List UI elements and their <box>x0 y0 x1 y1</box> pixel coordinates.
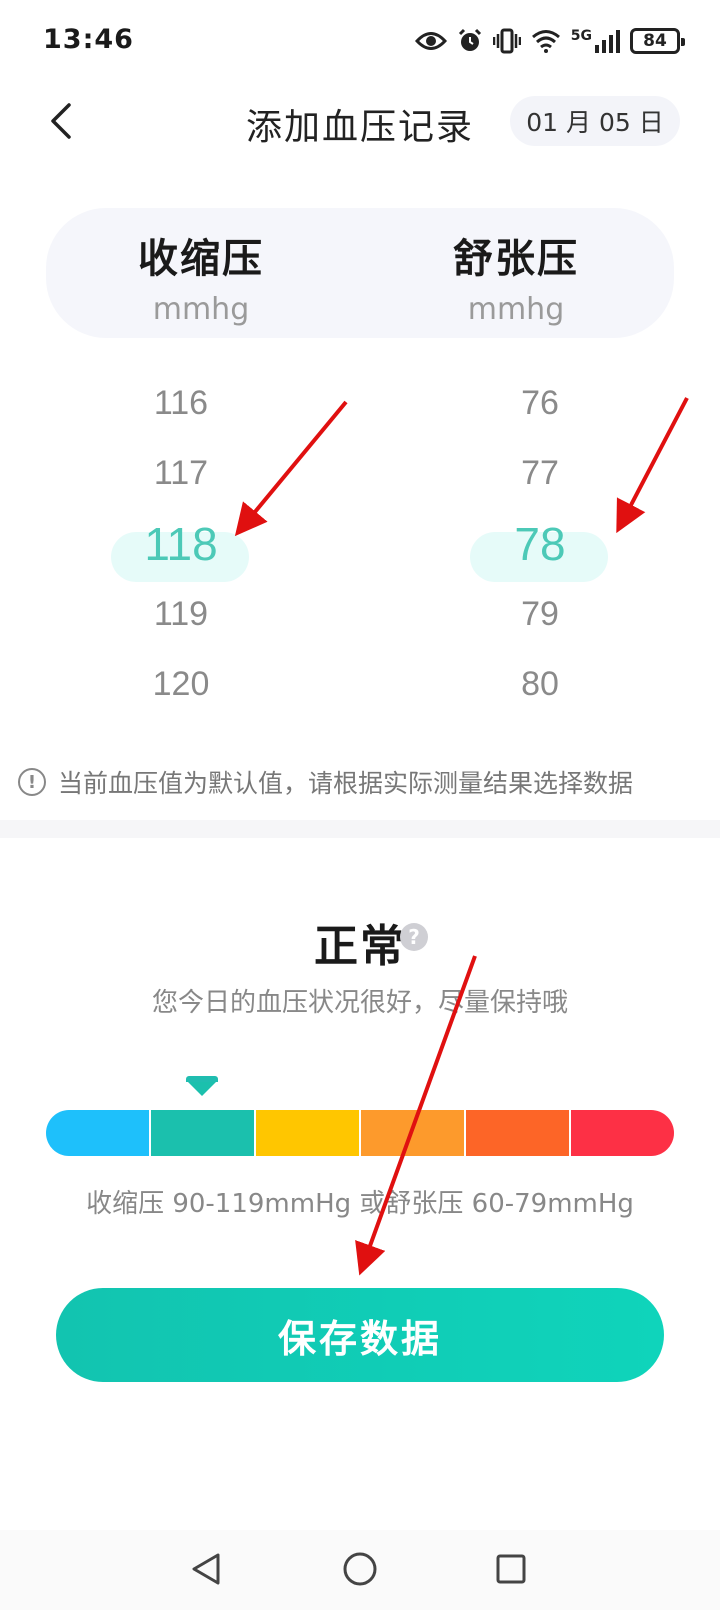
state-description: 您今日的血压状况很好，尽量保持哦 <box>151 988 568 1018</box>
picker-item[interactable]: 119 <box>101 578 261 650</box>
scale-pointer <box>186 1076 218 1096</box>
status-icons: 5G 84 <box>414 26 685 56</box>
pressure-labels-card: 收缩压 mmhg 舒张压 mmhg <box>46 208 674 338</box>
picker-item[interactable]: 79 <box>460 578 620 650</box>
back-triangle-icon <box>192 1553 220 1585</box>
nav-home-button[interactable] <box>330 1544 390 1594</box>
scale-segment <box>571 1110 674 1156</box>
date-selector[interactable]: 01 月 05 日 <box>510 96 680 146</box>
battery-level: 84 <box>643 31 667 51</box>
picker-item[interactable]: 77 <box>460 437 620 509</box>
pressure-scale-bar <box>46 1110 674 1156</box>
nav-back-button[interactable] <box>176 1544 236 1594</box>
systolic-label-group: 收缩压 mmhg <box>101 226 301 327</box>
info-icon: ! <box>18 768 46 796</box>
alarm-icon <box>458 28 481 51</box>
default-value-hint: ! 当前血压值为默认值，请根据实际测量结果选择数据 <box>18 762 718 802</box>
status-bar: 13:46 5G 84 <box>0 0 720 84</box>
picker-item[interactable]: 116 <box>101 367 261 439</box>
question-icon[interactable]: ? <box>400 923 428 951</box>
scale-segment <box>466 1110 571 1156</box>
header: 添加血压记录 01 月 05 日 <box>0 84 720 174</box>
hint-text: 当前血压值为默认值，请根据实际测量结果选择数据 <box>58 769 634 798</box>
systolic-picker[interactable]: 116 117 118 119 120 <box>101 380 261 740</box>
status-time: 13:46 <box>43 24 134 55</box>
picker-item[interactable]: 80 <box>460 648 620 720</box>
annotation-arrow <box>616 397 689 534</box>
battery-icon: 84 <box>630 28 685 54</box>
section-divider <box>0 820 720 838</box>
eye-icon <box>414 32 447 50</box>
diastolic-unit: mmhg <box>467 292 565 327</box>
systolic-unit: mmhg <box>152 292 250 327</box>
wifi-icon <box>531 30 560 53</box>
normal-range-text: 收缩压 90-119mmHg 或舒张压 60-79mmHg <box>86 1189 634 1219</box>
scale-segment <box>151 1110 256 1156</box>
diastolic-label-group: 舒张压 mmhg <box>416 226 616 327</box>
picker-item-selected[interactable]: 118 <box>101 508 261 580</box>
vibrate-icon <box>492 28 521 54</box>
signal-icon <box>595 30 620 53</box>
recents-square-icon <box>496 1554 526 1584</box>
picker-item-selected[interactable]: 78 <box>460 508 620 580</box>
diastolic-picker[interactable]: 76 77 78 79 80 <box>460 380 620 740</box>
scale-segment <box>46 1110 151 1156</box>
home-circle-icon <box>343 1552 377 1586</box>
scale-segment <box>361 1110 466 1156</box>
pressure-state: 正常 <box>314 921 406 972</box>
picker-item[interactable]: 117 <box>101 437 261 509</box>
save-data-button[interactable]: 保存数据 <box>56 1288 664 1382</box>
picker-item[interactable]: 120 <box>101 648 261 720</box>
picker-item[interactable]: 76 <box>460 367 620 439</box>
nav-recents-button[interactable] <box>481 1544 541 1594</box>
system-nav-bar <box>0 1530 720 1610</box>
systolic-label: 收缩压 <box>138 236 264 282</box>
diastolic-label: 舒张压 <box>453 236 579 282</box>
scale-segment <box>256 1110 361 1156</box>
network-type: 5G <box>570 28 592 44</box>
